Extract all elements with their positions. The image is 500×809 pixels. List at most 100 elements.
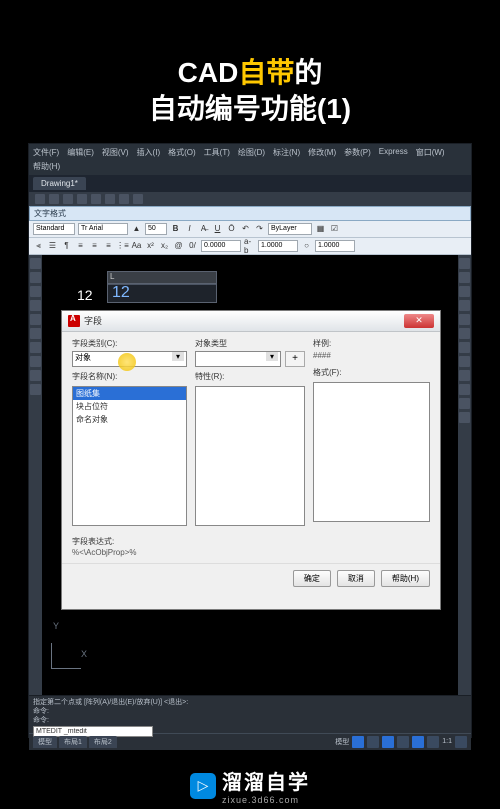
property-list[interactable] (195, 386, 305, 526)
super-button[interactable]: x² (145, 240, 156, 251)
tool-icon[interactable] (30, 342, 41, 353)
tracking-input[interactable] (201, 240, 241, 252)
menu-dimen[interactable]: 标注(N) (273, 147, 300, 158)
toolbar-icon[interactable] (105, 194, 115, 204)
align-center-icon[interactable]: ≡ (89, 240, 100, 251)
tool-icon[interactable] (459, 300, 470, 311)
ok-button[interactable]: ☑ (329, 223, 340, 234)
layout-tab-model[interactable]: 模型 (33, 736, 57, 748)
tool-icon[interactable] (459, 356, 470, 367)
layout-tab-1[interactable]: 布局1 (59, 736, 87, 748)
cancel-button[interactable]: 取消 (337, 570, 375, 587)
field-name-list[interactable]: 图纸集 块占位符 命名对象 (72, 386, 187, 526)
pick-object-button[interactable]: + (285, 351, 305, 367)
undo-button[interactable]: ↶ (240, 223, 251, 234)
layer-color-select[interactable]: ByLayer (268, 223, 312, 235)
text-style-select[interactable]: Standard (33, 223, 75, 235)
doc-tab[interactable]: Drawing1* (33, 177, 86, 190)
object-type-select[interactable] (195, 351, 281, 367)
menu-param[interactable]: 参数(P) (344, 147, 371, 158)
toolbar-icon[interactable] (133, 194, 143, 204)
tool-icon[interactable] (459, 314, 470, 325)
bullets-icon[interactable]: ⋮≡ (117, 240, 128, 251)
menu-edit[interactable]: 编辑(E) (67, 147, 94, 158)
scale-indicator[interactable]: 1:1 (442, 738, 452, 745)
spacing-input[interactable] (315, 240, 355, 252)
menu-format[interactable]: 格式(O) (168, 147, 196, 158)
width-icon[interactable]: a-b (244, 240, 255, 251)
justify-icon[interactable]: ⫷ (33, 240, 44, 251)
tool-icon[interactable] (30, 258, 41, 269)
tool-icon[interactable] (30, 384, 41, 395)
tool-icon[interactable] (459, 328, 470, 339)
tool-icon[interactable] (459, 258, 470, 269)
menu-window[interactable]: 窗口(W) (416, 147, 445, 158)
underline-button[interactable]: U (212, 223, 223, 234)
drawing-canvas[interactable]: 12 12 字段 ✕ 字段类别(C): 对象 字段名称(N): (29, 255, 471, 695)
osnap-icon[interactable] (412, 736, 424, 748)
menu-draw[interactable]: 绘图(D) (238, 147, 265, 158)
symbol-button[interactable]: @ (173, 240, 184, 251)
tool-icon[interactable] (30, 328, 41, 339)
list-item[interactable]: 图纸集 (73, 387, 186, 400)
redo-button[interactable]: ↷ (254, 223, 265, 234)
list-item[interactable]: 命名对象 (73, 413, 186, 426)
tool-icon[interactable] (30, 370, 41, 381)
menu-view[interactable]: 视图(V) (102, 147, 129, 158)
tool-icon[interactable] (459, 370, 470, 381)
tool-icon[interactable] (30, 286, 41, 297)
track-icon[interactable] (427, 736, 439, 748)
sub-button[interactable]: x₂ (159, 240, 170, 251)
menu-modify[interactable]: 修改(M) (308, 147, 336, 158)
spacing-icon[interactable]: ○ (301, 240, 312, 251)
polar-icon[interactable] (397, 736, 409, 748)
italic-button[interactable]: I (184, 223, 195, 234)
format-list[interactable] (313, 382, 430, 522)
grid-icon[interactable] (352, 736, 364, 748)
align-left-icon[interactable]: ≡ (75, 240, 86, 251)
tool-icon[interactable] (459, 272, 470, 283)
menu-file[interactable]: 文件(F) (33, 147, 59, 158)
snap-icon[interactable] (367, 736, 379, 748)
tool-icon[interactable] (30, 300, 41, 311)
columns-icon[interactable]: ☰ (47, 240, 58, 251)
bold-button[interactable]: B (170, 223, 181, 234)
tool-icon[interactable] (459, 384, 470, 395)
align-right-icon[interactable]: ≡ (103, 240, 114, 251)
font-size-select[interactable]: 50 (145, 223, 167, 235)
font-select[interactable]: Tr Arial (78, 223, 128, 235)
menu-insert[interactable]: 插入(I) (137, 147, 161, 158)
strike-button[interactable]: A̶ (198, 223, 209, 234)
tool-icon[interactable] (459, 412, 470, 423)
dialog-titlebar[interactable]: 字段 ✕ (62, 311, 440, 332)
oblique-icon[interactable]: 0/ (187, 240, 198, 251)
close-button[interactable]: ✕ (404, 314, 434, 328)
tool-icon[interactable] (30, 356, 41, 367)
ruler-icon[interactable]: ▦ (315, 223, 326, 234)
list-item[interactable]: 块占位符 (73, 400, 186, 413)
mtext-editor[interactable]: 12 (107, 283, 217, 303)
toolbar-icon[interactable] (119, 194, 129, 204)
tool-icon[interactable] (30, 272, 41, 283)
para-icon[interactable]: ¶ (61, 240, 72, 251)
layout-tab-2[interactable]: 布局2 (89, 736, 117, 748)
menu-help[interactable]: 帮助(H) (33, 161, 60, 172)
uppercase-button[interactable]: Aa (131, 240, 142, 251)
menu-tools[interactable]: 工具(T) (204, 147, 230, 158)
annotative-icon[interactable]: ▲ (131, 223, 142, 234)
menu-express[interactable]: Express (379, 147, 408, 158)
tool-icon[interactable] (30, 314, 41, 325)
width-input[interactable] (258, 240, 298, 252)
toolbar-icon[interactable] (49, 194, 59, 204)
tool-icon[interactable] (459, 398, 470, 409)
overline-button[interactable]: Ō (226, 223, 237, 234)
tool-icon[interactable] (459, 286, 470, 297)
ok-button[interactable]: 确定 (293, 570, 331, 587)
toolbar-icon[interactable] (77, 194, 87, 204)
tool-icon[interactable] (459, 342, 470, 353)
ortho-icon[interactable] (382, 736, 394, 748)
command-line[interactable]: 指定第二个点或 [阵列(A)/退出(E)/放弃(U)] <退出>: 命令: 命令… (29, 695, 471, 733)
menubar[interactable]: 文件(F) 编辑(E) 视图(V) 插入(I) 格式(O) 工具(T) 绘图(D… (29, 144, 471, 161)
toolbar-icon[interactable] (35, 194, 45, 204)
toolbar-icon[interactable] (91, 194, 101, 204)
